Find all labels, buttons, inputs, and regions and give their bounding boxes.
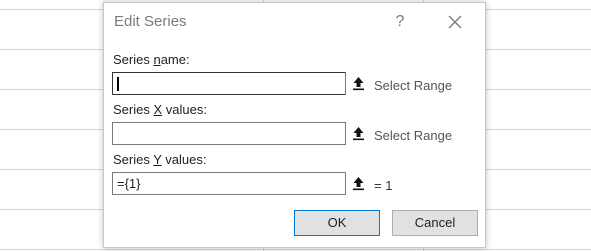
ok-button[interactable]: OK [294, 210, 380, 236]
dialog-title: Edit Series [114, 13, 187, 30]
close-button[interactable] [445, 12, 465, 32]
series-name-input[interactable] [112, 72, 370, 95]
collapse-dialog-arrow-icon [353, 127, 364, 141]
series-y-range-button[interactable] [345, 172, 370, 195]
series-name-label: Series name: [113, 52, 190, 67]
series-x-input[interactable] [112, 122, 370, 145]
series-x-range-button[interactable] [345, 122, 370, 145]
text-caret [117, 77, 119, 91]
collapse-dialog-arrow-icon [353, 77, 364, 91]
series-name-select-range: Select Range [374, 78, 453, 93]
grid-line [0, 249, 591, 250]
series-y-label: Series Y values: [113, 152, 207, 167]
close-icon [448, 15, 462, 29]
series-x-select-range: Select Range [374, 128, 453, 143]
series-y-evaluated-value: = 1 [374, 178, 393, 193]
series-x-label: Series X values: [113, 102, 207, 117]
help-button[interactable]: ? [392, 12, 408, 32]
series-name-range-button[interactable] [345, 72, 370, 95]
collapse-dialog-arrow-icon [353, 177, 364, 191]
edit-series-dialog: Edit Series ? Series name: Select Range … [103, 2, 486, 248]
series-y-input[interactable]: ={1} [112, 172, 370, 195]
question-mark-icon: ? [395, 13, 405, 30]
series-y-value: ={1} [117, 176, 141, 191]
cancel-button[interactable]: Cancel [392, 210, 478, 236]
